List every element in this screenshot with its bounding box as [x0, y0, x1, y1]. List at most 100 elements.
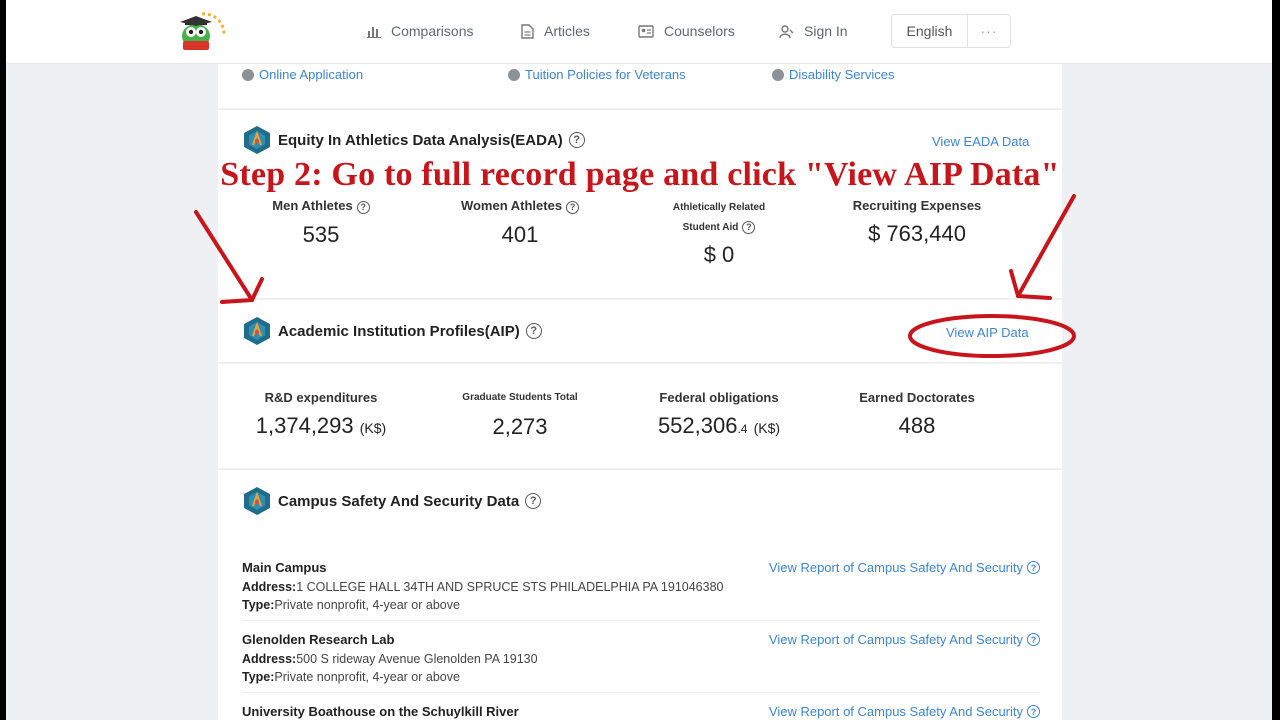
campus-address: 500 S rideway Avenue Glenolden PA 19130	[296, 652, 538, 666]
nav-counselors[interactable]: Counselors	[638, 20, 735, 42]
stat-label-line2: Student Aid	[682, 222, 739, 233]
site-logo[interactable]	[172, 8, 228, 56]
nav-comparisons-label: Comparisons	[391, 23, 474, 39]
stat-label: Men Athletes	[272, 198, 353, 213]
aip-stats-card: R&D expenditures 1,374,293 (K$) Graduate…	[218, 364, 1062, 468]
browser-viewport: Comparisons Articles Counselors Sign In …	[6, 0, 1272, 720]
type-label: Type	[242, 670, 271, 684]
nav-comparisons[interactable]: Comparisons	[367, 20, 473, 42]
stat-unit: (K$)	[753, 420, 781, 436]
address-label: Address	[242, 652, 293, 666]
nav-sign-in[interactable]: Sign In	[779, 20, 848, 42]
eada-card: Equity In Athletics Data Analysis(EADA) …	[218, 110, 1062, 298]
stat-men-athletes: Men Athletes? 535	[226, 198, 416, 248]
stat-value: 552,306	[657, 413, 738, 438]
stat-label: Women Athletes	[460, 198, 563, 213]
link-label: View Report of Campus Safety And Securit…	[768, 632, 1023, 647]
stat-women-athletes: Women Athletes? 401	[425, 198, 615, 248]
stat-value: 2,273	[492, 414, 548, 439]
tutorial-step-caption: Step 2: Go to full record page and click…	[220, 156, 1060, 193]
document-icon	[521, 23, 534, 39]
language-button[interactable]: English	[892, 15, 968, 47]
stat-earned-doctorates: Earned Doctorates 488	[822, 390, 1012, 439]
help-icon[interactable]: ?	[568, 132, 585, 148]
campus-entry: Main Campus Address:1 COLLEGE HALL 34TH …	[242, 560, 1040, 616]
aip-title: Academic Institution Profiles(AIP)	[278, 322, 520, 340]
type-label: Type	[242, 598, 271, 612]
address-label: Address	[242, 580, 293, 594]
nav-counselors-label: Counselors	[664, 23, 735, 39]
stat-unit: (K$)	[359, 420, 387, 436]
stat-label: Graduate Students Total	[462, 392, 578, 403]
view-eada-data-link[interactable]: View EADA Data	[932, 134, 1029, 149]
stat-label: Federal obligations	[659, 390, 779, 405]
view-aip-data-link[interactable]: View AIP Data	[946, 325, 1029, 340]
help-icon[interactable]: ?	[525, 323, 542, 339]
stat-decimal: .4	[737, 422, 748, 436]
campus-type: Private nonprofit, 4-year or above	[274, 670, 460, 684]
globe-icon	[508, 68, 520, 81]
safety-header: Campus Safety And Security Data ?	[242, 486, 542, 516]
stat-federal-obligations: Federal obligations 552,306.4 (K$)	[624, 390, 814, 439]
safety-title: Campus Safety And Security Data	[278, 492, 520, 510]
resources-links-card: Online Application Tuition Policies for …	[218, 64, 1062, 108]
tuition-veterans-link[interactable]: Tuition Policies for Veterans	[508, 67, 686, 82]
eada-title: Equity In Athletics Data Analysis(EADA)	[278, 131, 563, 149]
stat-value: 1,374,293	[255, 413, 354, 438]
help-icon[interactable]: ?	[525, 493, 542, 509]
view-safety-report-link[interactable]: View Report of Campus Safety And Securit…	[769, 632, 1040, 647]
disability-services-label: Disability Services	[789, 67, 895, 82]
stat-value: $ 0	[703, 242, 735, 267]
online-application-link[interactable]: Online Application	[242, 67, 363, 82]
tuition-veterans-label: Tuition Policies for Veterans	[525, 67, 686, 82]
nav-articles-label: Articles	[544, 23, 590, 39]
stat-rd-expenditures: R&D expenditures 1,374,293 (K$)	[226, 390, 416, 439]
campus-type: Private nonprofit, 4-year or above	[274, 598, 460, 612]
help-icon[interactable]: ?	[742, 220, 756, 234]
campus-safety-card: Campus Safety And Security Data ? Main C…	[218, 470, 1062, 720]
help-icon[interactable]: ?	[566, 200, 580, 214]
eada-header: Equity In Athletics Data Analysis(EADA) …	[242, 125, 585, 155]
top-navigation-bar: Comparisons Articles Counselors Sign In …	[6, 0, 1272, 64]
link-label: View Report of Campus Safety And Securit…	[768, 704, 1023, 719]
help-icon[interactable]: ?	[1027, 633, 1040, 646]
nav-sign-in-label: Sign In	[804, 23, 848, 39]
online-application-label: Online Application	[259, 67, 364, 82]
data-hex-icon	[242, 316, 272, 346]
disability-services-link[interactable]: Disability Services	[772, 67, 894, 82]
view-safety-report-link[interactable]: View Report of Campus Safety And Securit…	[769, 704, 1040, 719]
data-hex-icon	[242, 125, 272, 155]
stat-recruiting-expenses: Recruiting Expenses $ 763,440	[822, 198, 1012, 247]
aip-header-card: Academic Institution Profiles(AIP) ? Vie…	[218, 300, 1062, 362]
help-icon[interactable]: ?	[356, 200, 370, 214]
globe-icon	[242, 68, 254, 81]
bar-chart-icon	[367, 27, 381, 38]
stat-value: 535	[302, 221, 340, 247]
nav-articles[interactable]: Articles	[521, 20, 590, 42]
divider	[242, 692, 1040, 693]
link-label: View Report of Campus Safety And Securit…	[768, 560, 1023, 575]
divider	[242, 620, 1040, 621]
stat-graduate-students: Graduate Students Total 2,273	[425, 390, 615, 440]
stat-label: Earned Doctorates	[859, 390, 975, 405]
stat-value: 488	[898, 413, 936, 438]
campus-entry: Glenolden Research Lab Address:500 S rid…	[242, 632, 1040, 688]
data-hex-icon	[242, 486, 272, 516]
view-safety-report-link[interactable]: View Report of Campus Safety And Securit…	[769, 560, 1040, 575]
aip-header: Academic Institution Profiles(AIP) ?	[242, 316, 542, 346]
stat-value: $ 763,440	[868, 221, 966, 246]
campus-address: 1 COLLEGE HALL 34TH AND SPRUCE STS PHILA…	[296, 580, 724, 594]
globe-icon	[772, 68, 784, 81]
campus-entry: University Boathouse on the Schuylkill R…	[242, 704, 1040, 720]
stat-athletic-aid: Athletically Related Student Aid? $ 0	[624, 198, 814, 268]
more-options-button[interactable]: ···	[968, 15, 1010, 47]
stat-label: R&D expenditures	[264, 390, 378, 405]
user-icon	[779, 24, 794, 38]
stat-label: Recruiting Expenses	[852, 198, 982, 213]
stat-value: 401	[501, 221, 539, 247]
stat-label-line1: Athletically Related	[672, 202, 766, 213]
language-selector: English ···	[891, 14, 1011, 48]
help-icon[interactable]: ?	[1027, 561, 1040, 574]
help-icon[interactable]: ?	[1027, 705, 1040, 718]
id-card-icon	[638, 24, 654, 38]
